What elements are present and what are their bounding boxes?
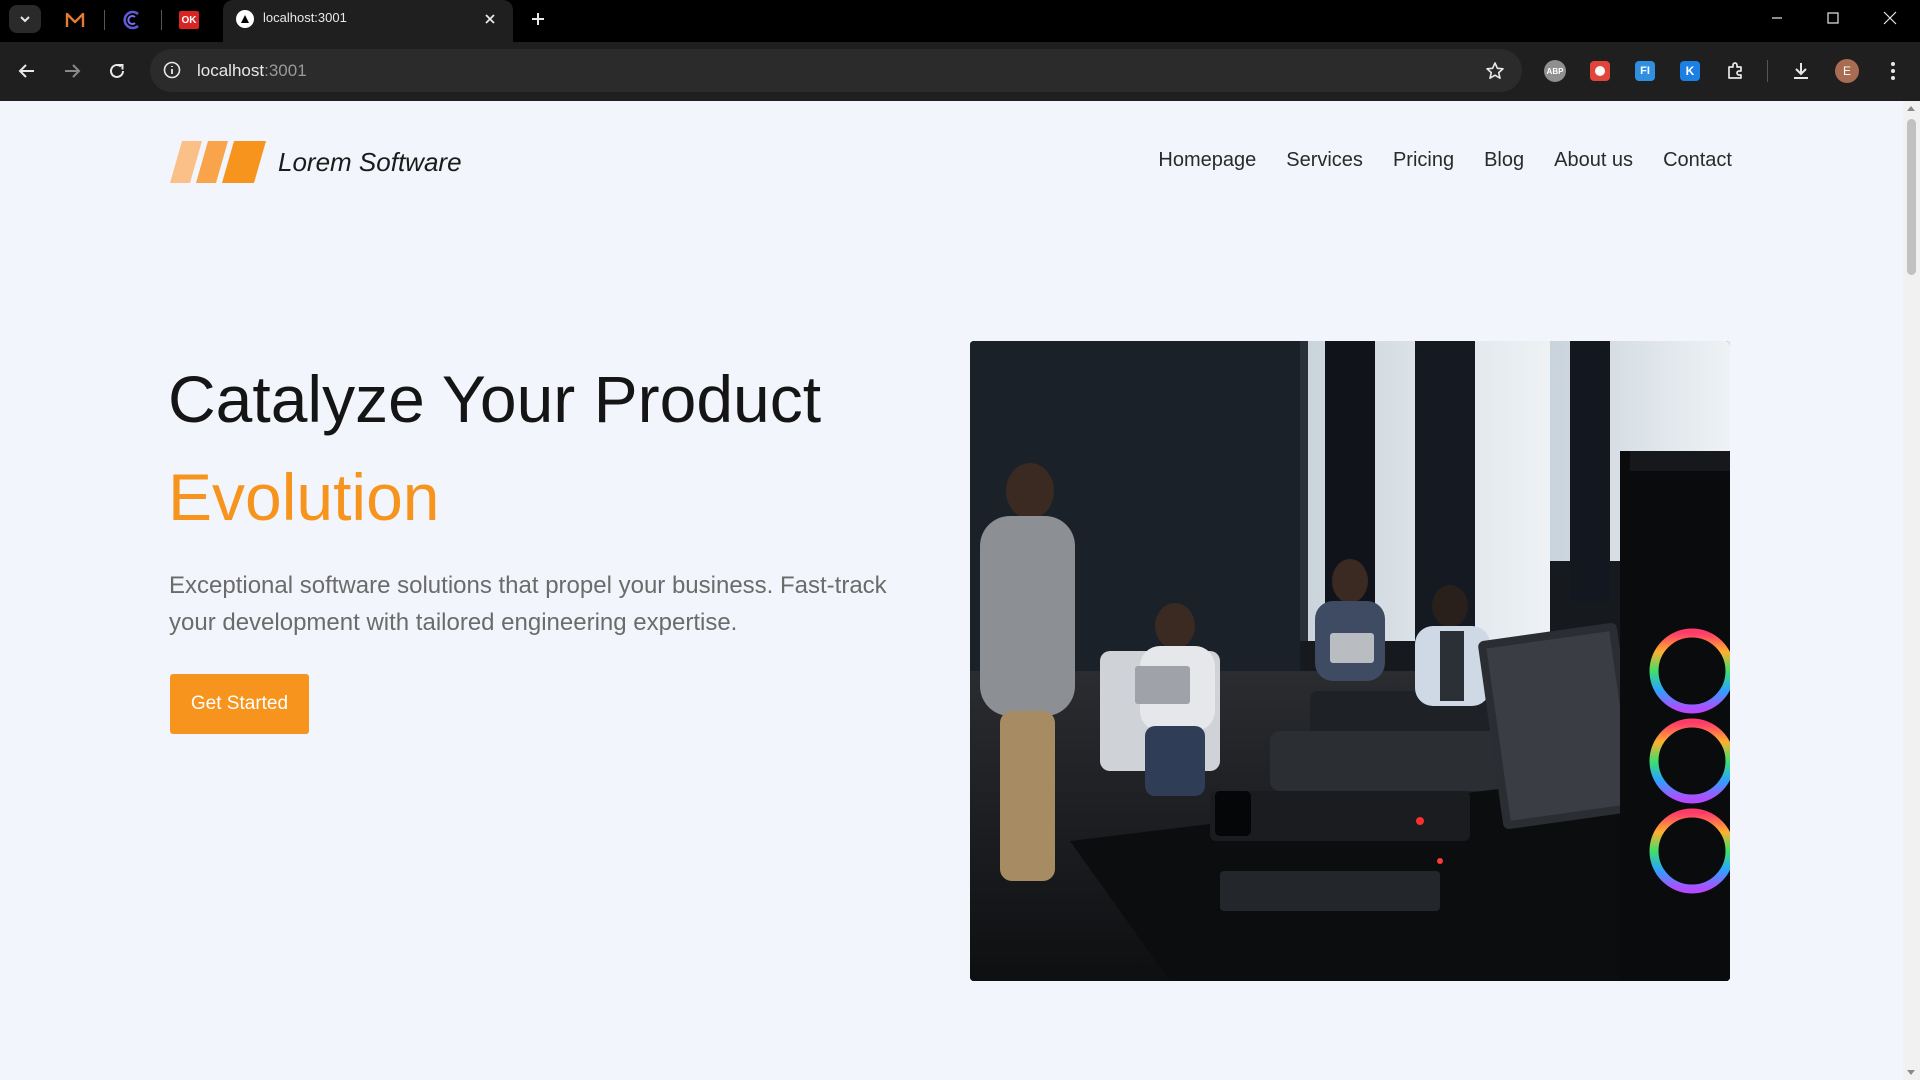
tab-close-button[interactable] [479,8,501,30]
active-tab[interactable]: localhost:3001 [223,0,513,42]
puzzle-icon [1728,62,1742,79]
scrollbar-thumb[interactable] [1907,119,1916,275]
hero-team-photo [970,341,1730,981]
ext-red-icon [1590,61,1610,81]
address-bar[interactable]: localhost:3001 [150,49,1522,92]
adblock-icon: ABP [1544,60,1566,82]
triangle-icon [241,15,249,23]
arrow-right-icon [65,64,81,78]
reload-button[interactable] [100,54,134,88]
nav-homepage[interactable]: Homepage [1158,149,1256,172]
pinned-tab-ok-app[interactable]: OK [176,7,202,33]
site-info-icon[interactable] [162,60,182,80]
download-icon [1794,63,1808,79]
brand-name: Lorem Software [278,146,462,177]
pinned-tab-c-app[interactable] [119,7,145,33]
page-viewport: Lorem Software Homepage Services Pricing… [0,101,1920,1080]
browser-menu-button[interactable] [1880,58,1906,84]
tab-search-button[interactable] [9,5,41,33]
minimize-button[interactable] [1749,0,1805,36]
close-icon [485,14,495,24]
get-started-button[interactable]: Get Started [170,674,309,734]
tab-favicon [236,10,254,28]
page-scrollbar[interactable] [1903,101,1920,1080]
new-tab-button[interactable] [525,6,551,32]
avatar: E [1835,59,1859,83]
fi-extension[interactable]: FI [1632,58,1658,84]
pinned-tab-gmail[interactable] [62,7,88,33]
downloads-button[interactable] [1788,58,1814,84]
back-button[interactable] [10,54,44,88]
ext-k-icon: K [1680,61,1700,81]
hero-accent-word: Evolution [168,460,440,534]
stripes-logo-icon [170,141,266,183]
adblock-extension[interactable]: ABP [1542,58,1568,84]
chevron-down-icon [20,16,30,23]
url-host: localhost [197,61,265,80]
close-icon [1883,11,1897,25]
reload-icon [110,63,124,78]
url-text: localhost:3001 [197,61,307,81]
hero-subtitle: Exceptional software solutions that prop… [169,572,887,636]
main-nav: Homepage Services Pricing Blog About us … [1158,149,1732,172]
tab-strip: OK localhost:3001 [0,0,1920,42]
forward-button[interactable] [55,54,89,88]
arrow-left-icon [18,64,34,78]
ext-fi-icon: FI [1635,61,1655,81]
maximize-icon [1827,12,1839,24]
hero-title: Catalyze Your Product [168,362,822,436]
nav-pricing[interactable]: Pricing [1393,149,1454,172]
scroll-up-arrow-icon[interactable] [1907,106,1915,111]
red-extension[interactable] [1587,58,1613,84]
nav-services[interactable]: Services [1286,149,1363,172]
maximize-button[interactable] [1805,0,1861,36]
tab-title: localhost:3001 [263,10,347,25]
star-icon [1486,62,1504,79]
browser-toolbar: localhost:3001 ABP FI K E [0,42,1920,101]
minimize-icon [1772,17,1782,19]
nav-blog[interactable]: Blog [1484,149,1524,172]
extensions-menu-button[interactable] [1722,58,1748,84]
nav-contact[interactable]: Contact [1663,149,1732,172]
url-port: :3001 [264,61,307,80]
plus-icon [532,13,544,25]
scroll-down-arrow-icon[interactable] [1907,1070,1915,1075]
c-app-icon [123,10,139,30]
bookmark-star-button[interactable] [1484,60,1506,82]
nav-about-us[interactable]: About us [1554,149,1633,172]
ok-app-icon: OK [179,11,199,29]
brand-logo-link[interactable]: Lorem Software [170,141,462,183]
kebab-menu-icon [1891,62,1895,80]
k-extension[interactable]: K [1677,58,1703,84]
gmail-icon [65,12,85,27]
profile-button[interactable]: E [1834,58,1860,84]
close-window-button[interactable] [1862,0,1918,36]
